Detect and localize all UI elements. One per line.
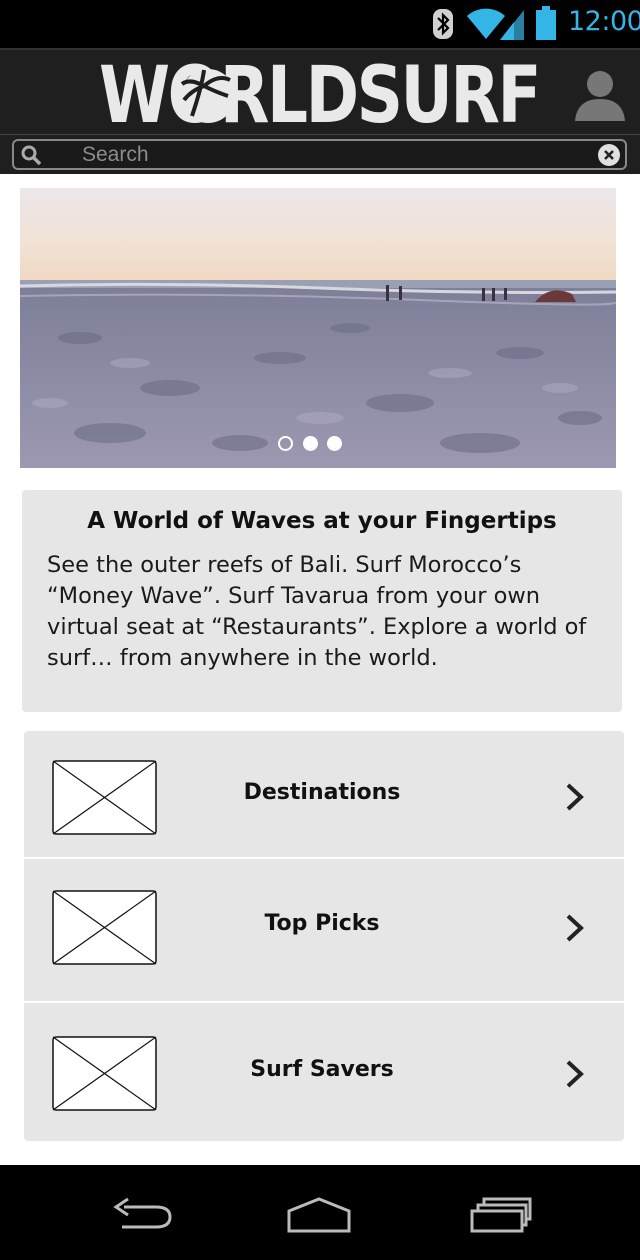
- beach-photo: [20, 188, 616, 468]
- chevron-right-icon: [566, 783, 584, 811]
- carousel-dot[interactable]: [303, 436, 318, 451]
- intro-body: See the outer reefs of Bali. Surf Morocc…: [47, 552, 587, 671]
- battery-icon: [536, 6, 556, 40]
- search-box[interactable]: [12, 139, 627, 170]
- menu-item-label: Destinations: [243, 780, 401, 805]
- svg-text:WORLDSURF: WORLDSURF: [99, 56, 539, 132]
- category-menu: Destinations Top Picks Surf Savers: [24, 731, 624, 1141]
- signal-icon: [500, 10, 524, 40]
- app-header: WORLDSURF: [0, 48, 640, 134]
- carousel-dot[interactable]: [327, 436, 342, 451]
- menu-item-destinations[interactable]: Destinations: [24, 731, 624, 857]
- hero-carousel[interactable]: [20, 188, 616, 468]
- intro-title: A World of Waves at your Fingertips: [87, 508, 557, 534]
- home-icon[interactable]: [284, 1195, 354, 1235]
- search-icon: [21, 145, 42, 166]
- image-placeholder-icon: [52, 890, 157, 965]
- chevron-right-icon: [566, 1060, 584, 1088]
- menu-item-top-picks[interactable]: Top Picks: [24, 859, 624, 1001]
- menu-item-label: Top Picks: [264, 911, 380, 936]
- clear-icon[interactable]: [597, 143, 621, 167]
- status-clock: 12:00: [568, 6, 640, 37]
- menu-item-surf-savers[interactable]: Surf Savers: [24, 1003, 624, 1141]
- recent-apps-icon[interactable]: [466, 1195, 536, 1235]
- system-nav-bar: [0, 1165, 640, 1260]
- image-placeholder-icon: [52, 1036, 157, 1111]
- carousel-dot-active[interactable]: [278, 436, 293, 451]
- worldsurf-logo: WORLDSURF: [99, 56, 542, 132]
- search-bar: [0, 134, 640, 174]
- search-input[interactable]: [82, 142, 582, 168]
- intro-card: A World of Waves at your Fingertips See …: [22, 490, 622, 712]
- image-placeholder-icon: [52, 760, 157, 835]
- carousel-indicator: [278, 436, 358, 456]
- status-bar: 12:00: [0, 0, 640, 48]
- chevron-right-icon: [566, 914, 584, 942]
- user-profile-icon[interactable]: [572, 66, 628, 122]
- back-icon[interactable]: [108, 1195, 178, 1235]
- menu-item-label: Surf Savers: [250, 1057, 394, 1082]
- bluetooth-icon: [433, 9, 453, 39]
